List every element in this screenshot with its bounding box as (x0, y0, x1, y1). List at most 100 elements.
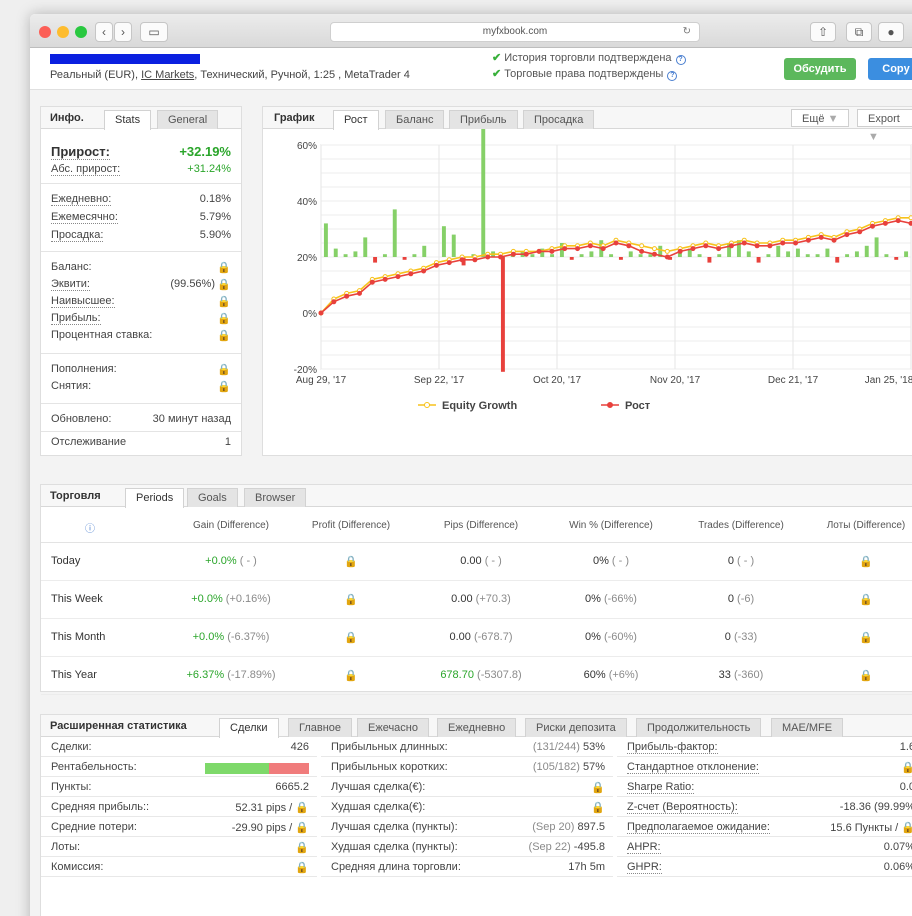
table-row: This Month +0.0% (-6.37%) 🔒 0.00 (-678.7) 0%… (41, 619, 912, 657)
equity-row: Эквити: (99.56%) 🔒 (51, 278, 231, 291)
lock-icon: 🔒 (295, 862, 309, 874)
stat-value: 🔒 (295, 841, 309, 854)
column-header[interactable]: Pips (Difference) (421, 520, 541, 531)
tab-main[interactable]: Главное (288, 718, 353, 737)
win-cell: 0% ( - ) (592, 555, 630, 567)
lock-icon: 🔒 (217, 313, 231, 325)
lots-lock-icon: 🔒 (859, 594, 873, 606)
tab-deposit-risk[interactable]: Риски депозита (525, 718, 627, 737)
gain-cell: +0.0% (+0.16%) (191, 593, 271, 605)
interest-row: Процентная ставка: 🔒 (51, 329, 231, 342)
tab-balance[interactable]: Баланс (385, 110, 445, 129)
y-tick-label: 60% (297, 141, 317, 152)
stat-value: (Sep 22) -495.8 (528, 841, 605, 853)
stat-row: Прибыль-фактор: 1.6 (617, 738, 912, 757)
data-point (626, 243, 632, 249)
tabs-icon[interactable]: ⧉ (846, 22, 872, 42)
account-name-redacted (50, 54, 200, 64)
stat-row: Худшая сделка(€): 🔒 (321, 798, 613, 817)
more-dropdown[interactable]: Ещё ▼ (791, 109, 850, 127)
tab-drawdown[interactable]: Просадка (523, 110, 595, 129)
daily-bar (795, 248, 800, 257)
tab-trades[interactable]: Сделки (219, 718, 279, 738)
data-point (446, 260, 452, 266)
info-title: Инфо. (50, 112, 84, 124)
tab-daily[interactable]: Ежедневно (437, 718, 517, 737)
column-header[interactable]: Win % (Difference) (551, 520, 671, 531)
tab-growth[interactable]: Рост (333, 110, 379, 130)
lock-icon: 🔒 (295, 822, 309, 834)
data-point (639, 243, 645, 249)
data-point (485, 254, 491, 260)
stat-value: -18.36 (99.99% (839, 801, 912, 813)
extension-icon[interactable]: ● (878, 22, 904, 42)
growth-row: Прирост: +32.19% (51, 144, 231, 160)
close-window-icon[interactable] (39, 26, 51, 38)
data-point (677, 248, 683, 254)
profitability-bar (205, 763, 309, 774)
tab-general[interactable]: General (157, 110, 219, 129)
share-icon[interactable]: ⇧ (810, 22, 836, 42)
data-point (728, 243, 734, 249)
column-header[interactable]: Gain (Difference) (171, 520, 291, 531)
daily-bar (717, 254, 722, 257)
data-point (613, 240, 619, 246)
data-point (895, 218, 901, 224)
daily-bar (736, 240, 741, 257)
forward-button[interactable]: › (114, 22, 132, 42)
table-row: This Week +0.0% (+0.16%) 🔒 0.00 (+70.3) 0% (… (41, 581, 912, 619)
period-label: This Year (51, 669, 97, 681)
stat-value: 6665.2 (275, 781, 309, 793)
tab-profit[interactable]: Прибыль (449, 110, 518, 129)
divider (41, 353, 241, 354)
data-point (664, 248, 670, 254)
discuss-button[interactable]: Обсудить (784, 58, 856, 80)
stat-value: (105/182) 57% (532, 761, 605, 773)
stat-row: Лучшая сделка (пункты): (Sep 20) 897.5 (321, 818, 613, 837)
data-point (844, 232, 850, 238)
stat-label: Сделки: (51, 741, 92, 753)
help-icon[interactable]: ? (675, 55, 686, 65)
tab-stats[interactable]: Stats (104, 110, 152, 130)
copy-button[interactable]: Copy (868, 58, 912, 80)
address-bar[interactable]: myfxbook.com ↻ (330, 22, 700, 42)
zoom-window-icon[interactable] (75, 26, 87, 38)
stat-value (205, 761, 309, 775)
table-row: Today +0.0% ( - ) 🔒 0.00 ( - ) 0% ( - ) 0 ( -… (41, 543, 912, 581)
column-header[interactable]: Trades (Difference) (681, 520, 801, 531)
broker-link[interactable]: IC Markets (141, 69, 194, 81)
data-point (857, 229, 863, 235)
back-button[interactable]: ‹ (95, 22, 113, 42)
stat-row: Предполагаемое ожидание: 15.6 Пункты / 🔒 (617, 818, 912, 837)
tab-mae-mfe[interactable]: MAE/MFE (771, 718, 844, 737)
data-point (575, 246, 581, 252)
tab-goals[interactable]: Goals (187, 488, 238, 507)
data-point (331, 299, 337, 305)
data-point (472, 257, 478, 263)
column-header[interactable]: Лоты (Difference) (801, 520, 912, 531)
data-point (600, 246, 606, 252)
data-point (344, 293, 350, 299)
daily-bar (412, 254, 417, 257)
tab-duration[interactable]: Продолжительность (636, 718, 762, 737)
minimize-window-icon[interactable] (57, 26, 69, 38)
column-header[interactable]: Profit (Difference) (291, 520, 411, 531)
tab-browser[interactable]: Browser (244, 488, 307, 507)
tab-hourly[interactable]: Ежечасно (357, 718, 429, 737)
stat-label: Пункты: (51, 781, 92, 793)
reload-icon[interactable]: ↻ (683, 23, 691, 41)
help-icon[interactable]: ⓘ (81, 520, 99, 535)
export-dropdown[interactable]: Export ▼ (857, 109, 912, 143)
daily-bar (648, 254, 653, 257)
data-point (664, 254, 670, 260)
profit-row: Прибыль: 🔒 (51, 312, 231, 325)
stat-label: Прибыльных коротких: (331, 761, 448, 773)
stat-value: 0.0 (899, 781, 912, 793)
chart-panel: График Рост Баланс Прибыль Просадка Ещё … (262, 106, 912, 456)
sidebar-toggle-icon[interactable]: ▭ (140, 22, 168, 42)
trades-cell: 33 (-360) (718, 669, 764, 681)
tab-periods[interactable]: Periods (125, 488, 185, 508)
help-icon[interactable]: ? (667, 71, 678, 81)
stat-label: Z-счет (Вероятность): (627, 801, 738, 814)
data-point (510, 251, 516, 257)
